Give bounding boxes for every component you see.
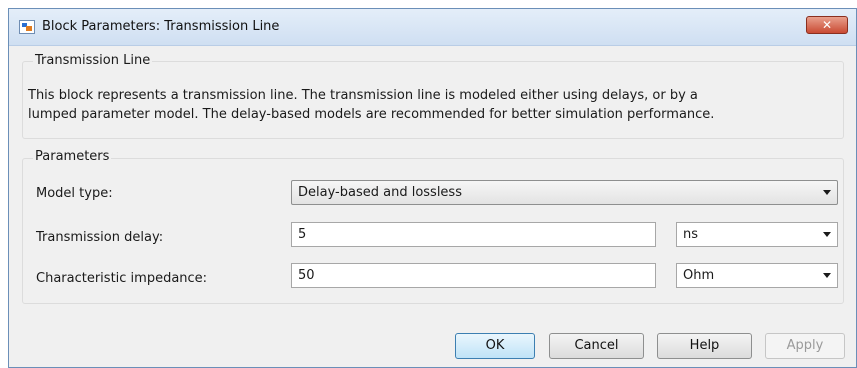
description-line-2: lumped parameter model. The delay-based … bbox=[28, 107, 715, 122]
transmission-delay-input[interactable]: 5 bbox=[291, 222, 656, 247]
ok-button[interactable]: OK bbox=[455, 333, 535, 359]
transmission-delay-label: Transmission delay: bbox=[36, 230, 164, 245]
transmission-delay-value: 5 bbox=[298, 227, 307, 242]
help-button[interactable]: Help bbox=[657, 333, 752, 359]
close-button[interactable]: ✕ bbox=[806, 16, 848, 34]
simulink-block-icon bbox=[19, 20, 35, 34]
close-icon: ✕ bbox=[821, 18, 833, 32]
chevron-down-icon bbox=[823, 273, 831, 278]
model-type-dropdown[interactable]: Delay-based and lossless bbox=[291, 180, 838, 205]
transmission-delay-unit: ns bbox=[683, 227, 699, 242]
characteristic-impedance-value: 50 bbox=[298, 268, 315, 283]
cancel-button[interactable]: Cancel bbox=[549, 333, 644, 359]
characteristic-impedance-label: Characteristic impedance: bbox=[36, 271, 208, 286]
block-description: This block represents a transmission lin… bbox=[28, 86, 838, 124]
description-line-1: This block represents a transmission lin… bbox=[28, 88, 698, 103]
characteristic-impedance-unit: Ohm bbox=[683, 268, 715, 283]
block-parameters-dialog: Block Parameters: Transmission Line ✕ Tr… bbox=[8, 8, 857, 368]
parameters-group-label: Parameters bbox=[33, 149, 112, 164]
characteristic-impedance-input[interactable]: 50 bbox=[291, 263, 656, 288]
chevron-down-icon bbox=[823, 232, 831, 237]
characteristic-impedance-unit-dropdown[interactable]: Ohm bbox=[676, 263, 838, 288]
model-type-value: Delay-based and lossless bbox=[298, 185, 462, 200]
apply-button[interactable]: Apply bbox=[765, 333, 845, 359]
title-bar[interactable]: Block Parameters: Transmission Line ✕ bbox=[9, 9, 856, 46]
model-type-label: Model type: bbox=[36, 186, 113, 201]
transmission-delay-unit-dropdown[interactable]: ns bbox=[676, 222, 838, 247]
chevron-down-icon bbox=[823, 190, 831, 195]
window-title: Block Parameters: Transmission Line bbox=[42, 19, 280, 34]
block-group-label: Transmission Line bbox=[33, 53, 153, 68]
